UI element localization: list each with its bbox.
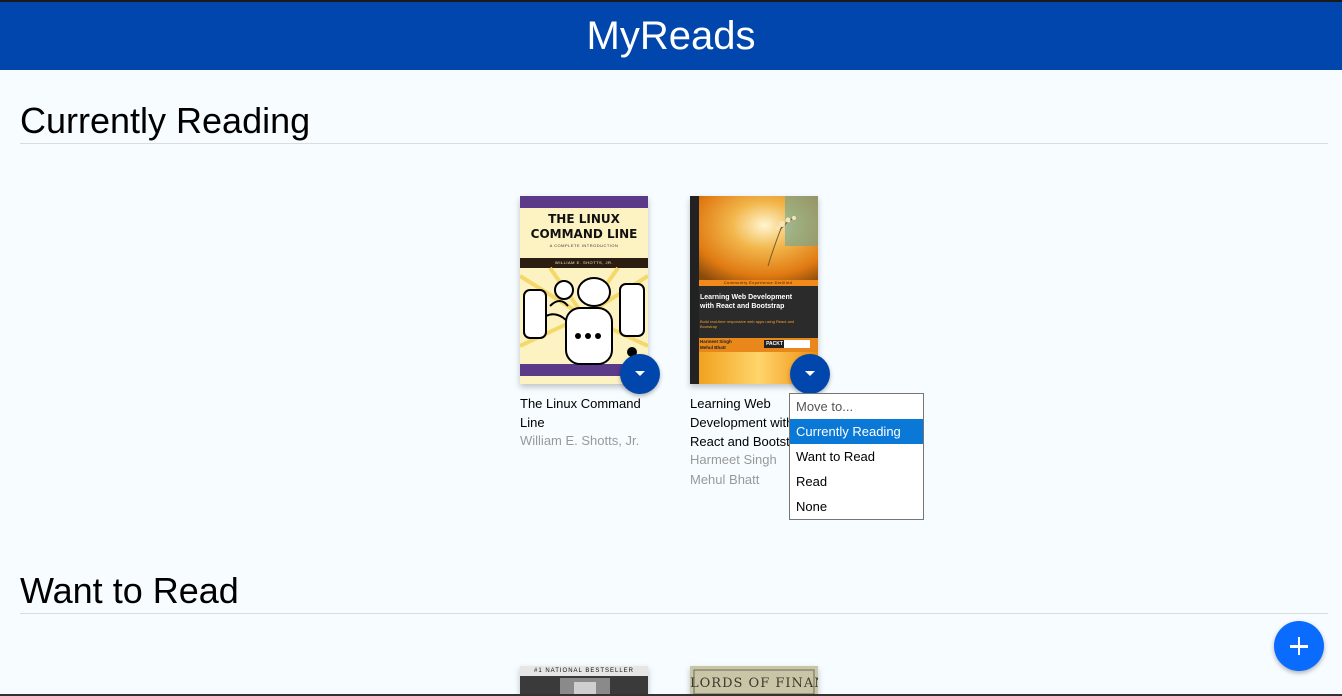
cover-series: Community Experience Distilled xyxy=(723,280,793,285)
shelf-title-want-to-read: Want to Read xyxy=(20,570,239,611)
cover-author-2: Mehul Bhatt xyxy=(700,345,726,350)
cover-title: LORDS OF FINANCE xyxy=(690,676,818,691)
book-title: The Linux Command Line xyxy=(520,396,641,430)
menu-option-currently-reading[interactable]: Currently Reading xyxy=(790,419,923,444)
cover-tagline: Build real-time responsive web apps usin… xyxy=(700,319,795,329)
cover-title-line1: THE LINUX xyxy=(548,212,620,226)
book-cover[interactable]: THE LINUX COMMAND LINE A COMPLETE INTROD… xyxy=(520,196,648,384)
cover-banner: #1 NATIONAL BESTSELLER xyxy=(533,668,635,674)
add-book-button[interactable] xyxy=(1274,621,1324,671)
book-cover[interactable]: LORDS OF FINANCE xyxy=(690,666,818,694)
book-cover[interactable]: Community Experience Distilled Learning … xyxy=(690,196,818,384)
cover-subtitle: A COMPLETE INTRODUCTION xyxy=(549,243,619,248)
shelf-changer-button[interactable] xyxy=(790,354,830,394)
app-title: MyReads xyxy=(586,13,756,58)
cover-author-1: Harmeet Singh xyxy=(700,339,732,344)
menu-header-move-to: Move to... xyxy=(796,399,854,414)
cover-author: WILLIAM E. SHOTTS, JR. xyxy=(555,260,613,265)
menu-option-none[interactable]: None xyxy=(790,494,923,519)
shelf-select-menu[interactable]: Move to... Currently Reading Want to Rea… xyxy=(789,393,924,520)
shelf-changer-button[interactable] xyxy=(620,354,660,394)
book-author: William E. Shotts, Jr. xyxy=(520,433,640,448)
menu-option-want-to-read[interactable]: Want to Read xyxy=(790,444,923,469)
shelf-divider xyxy=(20,613,1328,614)
cover-title-line1: Learning Web Development xyxy=(700,294,793,301)
shelf-title-currently-reading: Currently Reading xyxy=(20,100,311,141)
shelf-divider xyxy=(20,143,1328,144)
cover-title-line2: with React and Bootstrap xyxy=(700,303,785,310)
app-header: MyReads xyxy=(0,2,1342,70)
cover-title-line2: COMMAND LINE xyxy=(530,227,638,241)
caret-down-icon xyxy=(635,371,645,376)
book-cover[interactable]: #1 NATIONAL BESTSELLER xyxy=(520,666,648,694)
cover-publisher: PACKT xyxy=(766,341,783,347)
menu-option-read[interactable]: Read xyxy=(790,469,923,494)
caret-down-icon xyxy=(805,371,815,376)
